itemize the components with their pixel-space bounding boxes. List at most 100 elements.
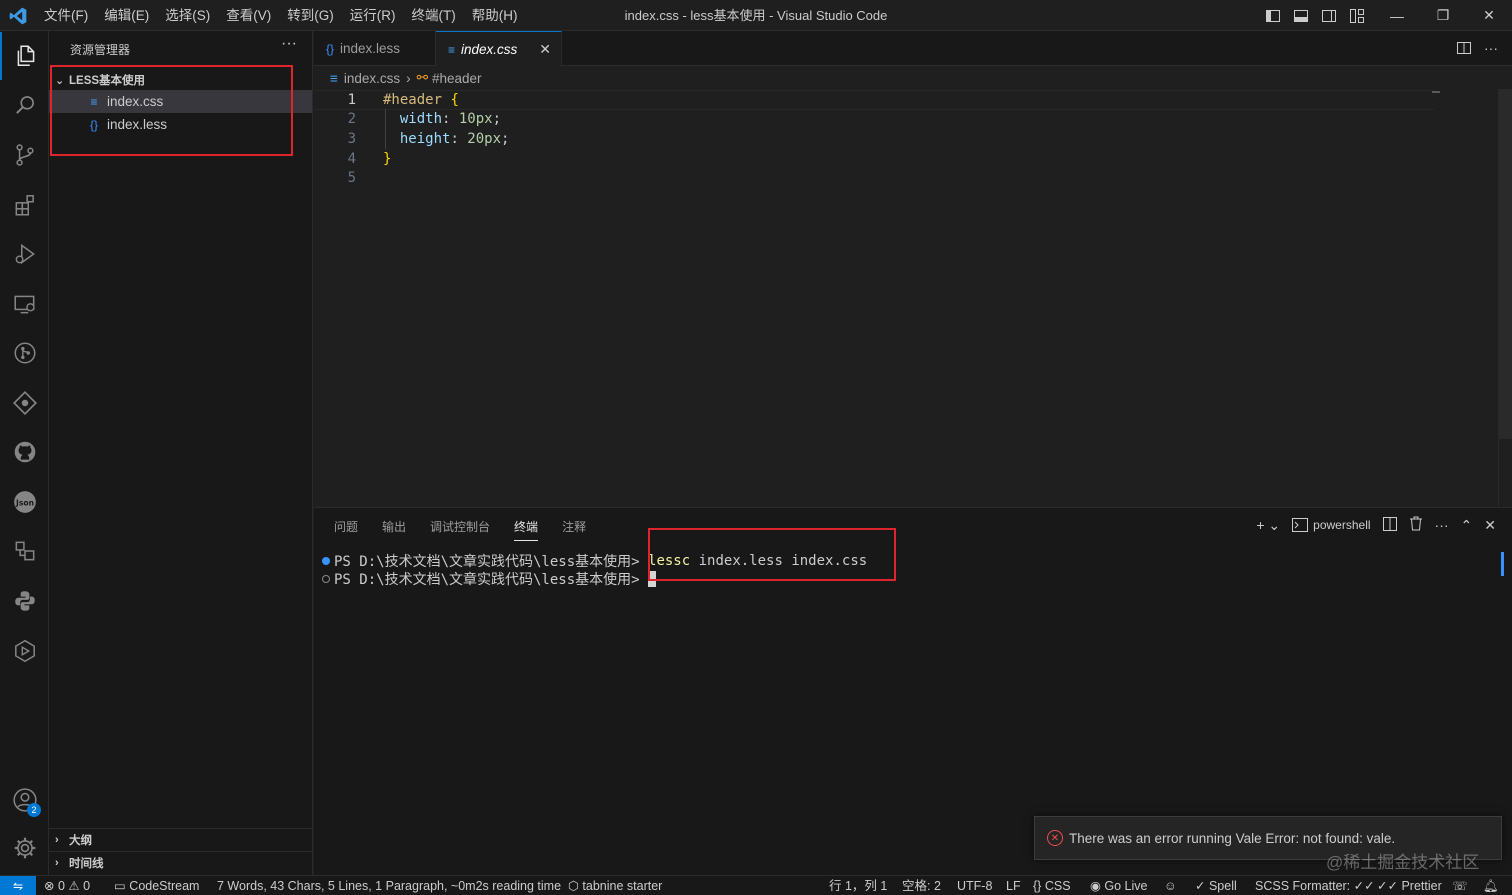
git-graph-icon[interactable]	[0, 329, 49, 377]
accounts-icon[interactable]: 2	[0, 776, 49, 824]
toggle-primary-sidebar-icon[interactable]	[1262, 5, 1284, 27]
tab-output[interactable]: 输出	[382, 518, 406, 541]
outline-label: 大纲	[69, 834, 92, 847]
problems-indicator[interactable]: ⊗ 0 ⚠ 0	[44, 876, 90, 895]
chevron-right-icon: ›	[406, 70, 411, 86]
indentation-status[interactable]: 空格: 2	[902, 876, 941, 895]
minimize-button[interactable]: —	[1374, 0, 1420, 31]
close-tab-icon[interactable]: ✕	[539, 41, 551, 58]
menu-go[interactable]: 转到(G)	[279, 0, 342, 31]
breadcrumb-file[interactable]: index.css	[344, 71, 400, 86]
tab-terminal[interactable]: 终端	[514, 518, 539, 541]
kill-terminal-trash-icon[interactable]	[1409, 516, 1423, 534]
scss-formatter-status[interactable]: SCSS Formatter: ✓✓	[1255, 876, 1375, 895]
go-live-label: Go Live	[1104, 879, 1148, 893]
watermark: @稀土掘金技术社区	[1326, 853, 1480, 872]
maximize-panel-icon[interactable]: ⌃	[1461, 517, 1473, 534]
code-editor[interactable]: 1 #header { 2 width: 10px; 3 height: 20p…	[314, 89, 1512, 506]
explorer-icon[interactable]	[0, 32, 49, 80]
tab-debug-console[interactable]: 调试控制台	[430, 518, 490, 541]
feedback-icon[interactable]: ☏	[1452, 876, 1468, 895]
braces-icon: {}	[1033, 879, 1042, 893]
tabnine-icon: ⬡	[568, 879, 579, 893]
new-terminal-icon[interactable]: + ⌄	[1256, 517, 1280, 534]
outline-section-header[interactable]: › 大纲	[49, 828, 312, 850]
json-icon[interactable]: Json	[0, 478, 49, 526]
timeline-section-header[interactable]: › 时间线	[49, 851, 312, 873]
eol-status[interactable]: LF	[1006, 876, 1021, 895]
copilot-icon[interactable]: ☺	[1164, 876, 1177, 895]
cursor-position-status[interactable]: 行 1，列 1	[829, 876, 887, 895]
close-panel-icon[interactable]: ✕	[1484, 517, 1496, 534]
menu-help[interactable]: 帮助(H)	[464, 0, 526, 31]
code-line: 2 width: 10px;	[314, 109, 1434, 129]
python-icon[interactable]	[0, 577, 49, 625]
more-actions-icon[interactable]: ···	[1484, 40, 1498, 59]
terminal-name: powershell	[1313, 518, 1371, 532]
notifications-bell-icon[interactable]: 🔔︎	[1483, 876, 1499, 895]
testing-icon[interactable]	[0, 627, 49, 675]
menu-view[interactable]: 查看(V)	[218, 0, 279, 31]
gitlens-icon[interactable]	[0, 379, 49, 427]
panel-actions: + ⌄ powershell ··· ⌃ ✕	[1256, 516, 1496, 534]
restore-button[interactable]: ❐	[1420, 0, 1466, 31]
github-icon[interactable]	[0, 428, 49, 476]
toggle-panel-icon[interactable]	[1290, 5, 1312, 27]
sidebar-more-actions-icon[interactable]: ···	[281, 35, 297, 53]
go-live-status[interactable]: ◉ Go Live	[1090, 876, 1148, 895]
terminal-line: PS D:\技术文档\文章实践代码\less基本使用>	[322, 570, 657, 588]
menu-terminal[interactable]: 终端(T)	[404, 0, 464, 31]
line-number: 3	[347, 131, 356, 147]
tab-problems[interactable]: 问题	[334, 518, 358, 541]
language-status[interactable]: {} CSS	[1033, 876, 1071, 895]
double-check-icon: ✓✓	[1377, 879, 1398, 893]
search-icon[interactable]	[0, 81, 49, 129]
terminal-select[interactable]: powershell	[1292, 518, 1371, 532]
codestream-icon: ▭	[114, 879, 126, 893]
open-brace: {	[450, 92, 459, 108]
source-control-icon[interactable]	[0, 131, 49, 179]
tab-index-css[interactable]: ≡ index.css ✕	[436, 31, 562, 67]
menu-run[interactable]: 运行(R)	[342, 0, 404, 31]
layout-controls	[1262, 5, 1368, 27]
tab-label: index.less	[340, 41, 401, 56]
word-count-status[interactable]: 7 Words, 43 Chars, 5 Lines, 1 Paragraph,…	[217, 876, 561, 895]
terminal-prompt: PS D:\技术文档\文章实践代码\less基本使用>	[334, 554, 649, 570]
encoding-status[interactable]: UTF-8	[957, 876, 992, 895]
split-terminal-icon[interactable]	[1382, 516, 1397, 534]
line-number: 2	[347, 111, 356, 127]
run-debug-icon[interactable]	[0, 230, 49, 278]
more-actions-icon[interactable]: ···	[1435, 517, 1449, 533]
spell-status[interactable]: ✓ Spell	[1195, 876, 1237, 895]
tabnine-status[interactable]: ⬡ tabnine starter	[568, 876, 662, 895]
tab-index-less[interactable]: {} index.less	[314, 31, 436, 66]
error-count: 0	[57, 879, 65, 893]
terminal-scrollbar[interactable]	[1501, 552, 1504, 576]
accounts-badge: 2	[27, 803, 41, 817]
menu-edit[interactable]: 编辑(E)	[96, 0, 157, 31]
close-window-button[interactable]: ✕	[1466, 0, 1512, 31]
menu-file[interactable]: 文件(F)	[36, 0, 96, 31]
error-icon: ✕	[1047, 830, 1063, 846]
extensions-icon[interactable]	[0, 181, 49, 229]
breadcrumb-symbol[interactable]: #header	[432, 71, 482, 86]
editor-scrollbar[interactable]	[1498, 89, 1512, 506]
manage-gear-icon[interactable]	[0, 824, 49, 872]
activity-bar: Json 2	[0, 31, 49, 875]
tabnine-label: tabnine starter	[582, 879, 663, 893]
split-editor-icon[interactable]	[1456, 40, 1472, 59]
codestream-status[interactable]: ▭ CodeStream	[114, 876, 199, 895]
scrollbar-thumb[interactable]	[1498, 89, 1512, 439]
prettier-status[interactable]: ✓✓ Prettier	[1377, 876, 1442, 895]
toggle-secondary-sidebar-icon[interactable]	[1318, 5, 1340, 27]
tab-comments[interactable]: 注释	[562, 518, 586, 541]
close-brace: }	[383, 151, 392, 167]
live-share-icon[interactable]	[0, 527, 49, 575]
remote-explorer-icon[interactable]	[0, 280, 49, 328]
line-number: 4	[347, 151, 356, 167]
menu-selection[interactable]: 选择(S)	[157, 0, 218, 31]
command-success-dot-icon	[322, 557, 330, 565]
annotation-highlight-box	[50, 65, 293, 156]
remote-indicator-icon[interactable]: ⇋	[0, 876, 36, 895]
customize-layout-icon[interactable]	[1346, 5, 1368, 27]
